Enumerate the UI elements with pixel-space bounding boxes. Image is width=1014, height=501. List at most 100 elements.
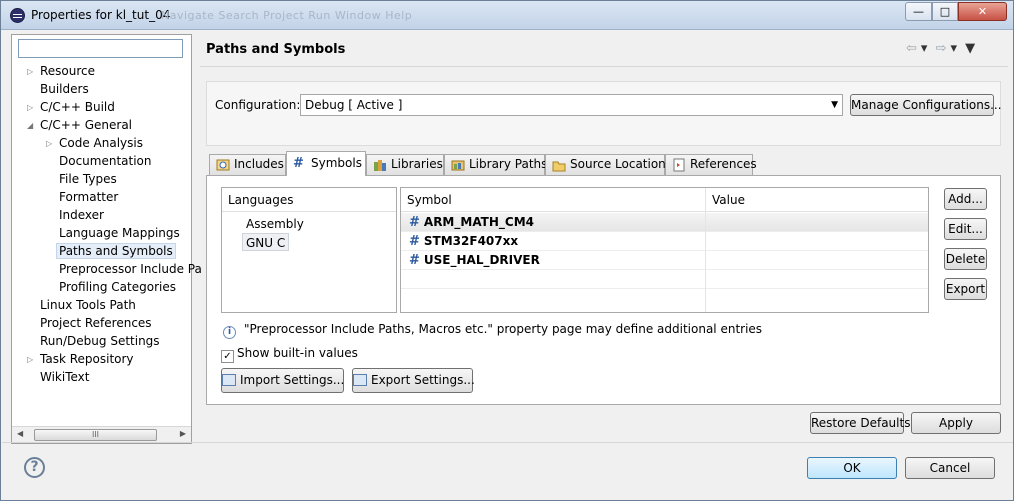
edit-button[interactable]: Edit... xyxy=(944,218,987,240)
help-icon[interactable]: ? xyxy=(24,457,45,478)
import-settings-button[interactable]: Import Settings... xyxy=(221,368,344,393)
apply-button[interactable]: Apply xyxy=(911,412,1001,434)
tree-item[interactable]: Formatter xyxy=(59,189,118,206)
collapsed-arrow-icon[interactable]: ▷ xyxy=(27,99,33,116)
tree-item-label: Formatter xyxy=(59,190,119,204)
tree-item[interactable]: Project References xyxy=(40,315,152,332)
tree-item-label: Indexer xyxy=(59,208,104,222)
restore-defaults-button[interactable]: Restore Defaults xyxy=(810,412,910,434)
tree-item[interactable]: File Types xyxy=(59,171,117,188)
export-settings-label: Export Settings... xyxy=(371,373,475,387)
tree-item[interactable]: WikiText xyxy=(40,369,90,386)
manage-configurations-button[interactable]: Manage Configurations... xyxy=(850,94,1002,116)
macro-hash-icon: # xyxy=(409,234,420,249)
page-title: Paths and Symbols xyxy=(206,42,346,57)
tree-item-label: Task Repository xyxy=(40,352,134,366)
tab-label: Symbols xyxy=(311,156,362,170)
table-row[interactable]: # ARM_MATH_CM4 xyxy=(401,213,928,232)
symbol-column-header[interactable]: Symbol xyxy=(401,188,705,212)
language-item-assembly[interactable]: Assembly xyxy=(246,215,304,233)
tree-item[interactable]: Paths and Symbols xyxy=(56,243,176,260)
tree-item[interactable]: ▷ C/C++ Build xyxy=(27,99,115,116)
forward-history-dropdown-icon[interactable]: ▾ xyxy=(950,41,957,56)
column-separator[interactable] xyxy=(705,188,706,312)
tree-item[interactable]: Builders xyxy=(40,81,89,98)
export-button[interactable]: Export xyxy=(944,278,987,300)
tab-library-paths[interactable]: Library Paths xyxy=(444,154,547,175)
tree-item-label: Run/Debug Settings xyxy=(40,334,160,348)
collapsed-arrow-icon[interactable]: ▷ xyxy=(46,135,52,152)
scroll-right-icon[interactable]: ▶ xyxy=(180,429,186,438)
tree-item-label: Preprocessor Include Pa xyxy=(59,262,202,276)
tree-item-label: Builders xyxy=(40,82,89,96)
library-path-icon xyxy=(451,160,465,171)
collapsed-arrow-icon[interactable]: ▷ xyxy=(27,63,33,80)
languages-list[interactable]: Languages Assembly GNU C xyxy=(221,187,397,313)
configuration-select[interactable]: Debug [ Active ] ▼ xyxy=(300,94,843,116)
table-row[interactable]: # USE_HAL_DRIVER xyxy=(401,251,928,270)
tree-item[interactable]: ▷ Resource xyxy=(27,63,95,80)
tab-libraries[interactable]: Libraries xyxy=(366,154,444,175)
collapsed-arrow-icon[interactable]: ▷ xyxy=(27,351,33,368)
delete-button[interactable]: Delete xyxy=(944,248,987,270)
tree-horizontal-scrollbar[interactable]: ◀ III ▶ xyxy=(12,426,191,443)
expanded-arrow-icon[interactable]: ◢ xyxy=(27,117,33,134)
tree-item[interactable]: Linux Tools Path xyxy=(40,297,136,314)
maximize-button[interactable]: □ xyxy=(932,2,958,21)
value-column-header[interactable]: Value xyxy=(706,188,928,212)
table-row[interactable]: # STM32F407xx xyxy=(401,232,928,251)
tree-item[interactable]: ▷ Code Analysis xyxy=(46,135,143,152)
window-title: Properties for kl_tut_04 xyxy=(31,8,171,22)
dropdown-arrow-icon[interactable]: ▼ xyxy=(831,95,838,115)
import-icon xyxy=(222,374,236,386)
tab-label: References xyxy=(690,157,757,171)
folder-icon xyxy=(552,161,566,172)
language-item-gnu-c[interactable]: GNU C xyxy=(242,233,290,251)
tab-references[interactable]: References xyxy=(665,154,757,175)
tab-label: Libraries xyxy=(391,157,443,171)
view-menu-icon[interactable]: ▼ xyxy=(965,41,975,56)
forward-arrow-icon[interactable]: ⇨ xyxy=(936,41,947,56)
tree-item[interactable]: Profiling Categories xyxy=(59,279,176,296)
tab-source-location[interactable]: Source Location xyxy=(545,154,666,175)
show-builtin-values-label[interactable]: Show built-in values xyxy=(237,346,358,360)
languages-header: Languages xyxy=(222,188,396,212)
tree-item[interactable]: Preprocessor Include Pa xyxy=(59,261,202,278)
show-builtin-values-option[interactable]: ✓ Show built-in values xyxy=(221,346,358,363)
tree-item-label: WikiText xyxy=(40,370,90,384)
info-icon: i xyxy=(223,326,236,339)
property-page-tree-panel: ▷ Resource Builders ▷ C/C++ Build ◢ C/C++ Gene… xyxy=(11,34,202,444)
minimize-button[interactable]: — xyxy=(905,2,932,21)
references-icon xyxy=(673,158,685,172)
tab-symbols[interactable]: # Symbols xyxy=(286,151,366,176)
tree-item[interactable]: ◢ C/C++ General xyxy=(27,117,133,134)
ok-button[interactable]: OK xyxy=(807,457,897,479)
tree-item[interactable]: ▷ Task Repository xyxy=(27,351,134,368)
cancel-button[interactable]: Cancel xyxy=(905,457,995,479)
configuration-selected-value: Debug [ Active ] xyxy=(305,98,403,112)
tree-item[interactable]: Run/Debug Settings xyxy=(40,333,160,350)
table-row-empty xyxy=(401,270,928,289)
tree-item[interactable]: Language Mappings xyxy=(59,225,180,242)
include-icon xyxy=(216,159,230,171)
tree-item[interactable]: Indexer xyxy=(59,207,104,224)
filter-input[interactable] xyxy=(18,39,183,58)
symbol-name: USE_HAL_DRIVER xyxy=(423,253,540,267)
export-settings-button[interactable]: Export Settings... xyxy=(352,368,475,393)
library-icon xyxy=(374,160,386,171)
scrollbar-thumb[interactable]: III xyxy=(34,429,157,441)
tree-item-label: C/C++ General xyxy=(40,118,133,132)
close-button[interactable]: ✕ xyxy=(958,2,1007,21)
tab-includes[interactable]: Includes xyxy=(209,154,286,175)
tree-item-label: C/C++ Build xyxy=(40,100,115,114)
back-history-dropdown-icon[interactable]: ▾ xyxy=(921,41,928,56)
macro-hash-icon: # xyxy=(409,253,420,268)
symbols-table: Symbol Value # ARM_MATH_CM4 # STM32F407xx … xyxy=(400,187,929,313)
add-button[interactable]: Add... xyxy=(944,188,987,210)
show-builtin-values-checkbox[interactable]: ✓ xyxy=(221,350,234,363)
symbols-tab-panel: Languages Assembly GNU C Symbol Value # A… xyxy=(206,175,1001,405)
tree-item-label: Language Mappings xyxy=(59,226,180,240)
scroll-left-icon[interactable]: ◀ xyxy=(17,429,23,438)
tree-item[interactable]: Documentation xyxy=(59,153,152,170)
back-arrow-icon[interactable]: ⇦ xyxy=(906,41,917,56)
